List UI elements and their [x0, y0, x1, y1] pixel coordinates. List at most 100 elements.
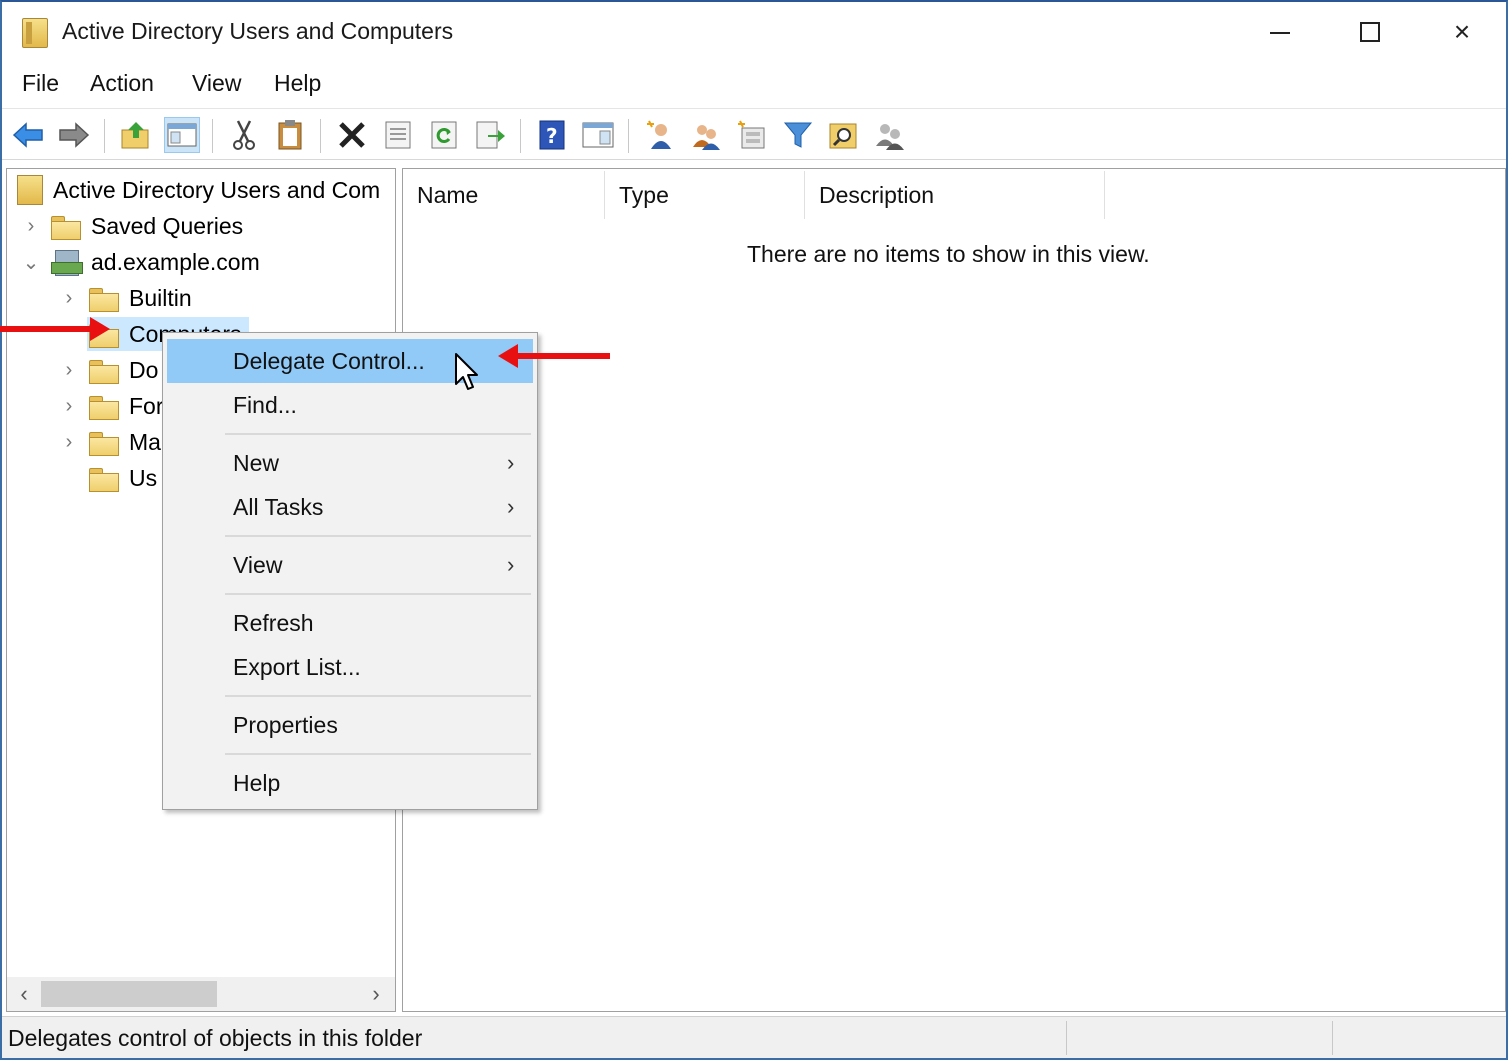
menu-item-refresh[interactable]: Refresh — [167, 601, 533, 645]
annotation-arrow-line — [0, 326, 92, 332]
folder-icon — [89, 286, 119, 312]
chevron-right-icon[interactable]: › — [21, 215, 41, 237]
menu-file[interactable]: File — [22, 70, 59, 97]
find-icon[interactable] — [826, 117, 862, 153]
tree-item-label: For — [129, 392, 164, 419]
cut-icon[interactable] — [226, 117, 262, 153]
tree-item-users[interactable]: Us — [89, 461, 157, 495]
close-button[interactable]: × — [1432, 10, 1492, 56]
submenu-arrow-icon: › — [507, 494, 515, 519]
submenu-arrow-icon: › — [507, 450, 515, 475]
new-user-icon[interactable] — [642, 117, 678, 153]
toolbar: ? — [2, 108, 1506, 160]
tree-item-label: Ma — [129, 428, 161, 455]
menu-view[interactable]: View — [192, 70, 241, 97]
column-header-description[interactable]: Description — [805, 171, 1105, 219]
back-icon[interactable] — [10, 117, 46, 153]
chevron-right-icon[interactable]: › — [59, 359, 79, 381]
tree-root[interactable]: Active Directory Users and Com — [17, 173, 380, 207]
maximize-icon — [1360, 22, 1380, 42]
annotation-arrow-left-icon — [498, 344, 518, 368]
ad-users-computers-icon — [17, 175, 43, 205]
help-icon[interactable]: ? — [534, 117, 570, 153]
show-console-tree-icon[interactable] — [164, 117, 200, 153]
status-bar: Delegates control of objects in this fol… — [2, 1016, 1506, 1058]
forward-icon[interactable] — [56, 117, 92, 153]
tree-item-foreign-security-principals[interactable]: › For — [59, 389, 164, 423]
scroll-left-icon[interactable]: ‹ — [11, 981, 37, 1007]
menu-item-label: Delegate Control... — [233, 347, 425, 374]
scroll-right-icon[interactable]: › — [363, 981, 389, 1007]
folder-icon — [51, 214, 81, 240]
up-folder-icon[interactable] — [118, 117, 154, 153]
menu-item-properties[interactable]: Properties — [167, 703, 533, 747]
menu-help[interactable]: Help — [274, 70, 321, 97]
tree-item-label: Us — [129, 464, 158, 491]
folder-icon — [89, 394, 119, 420]
menu-item-label: Export List... — [233, 653, 361, 680]
mouse-cursor-icon — [455, 353, 478, 390]
status-text: Delegates control of objects in this fol… — [8, 1025, 423, 1051]
menu-item-export-list[interactable]: Export List... — [167, 645, 533, 689]
menu-item-label: Refresh — [233, 609, 314, 636]
tree-item-saved-queries[interactable]: › Saved Queries — [21, 209, 243, 243]
menu-action[interactable]: Action — [90, 70, 154, 97]
tree-item-builtin[interactable]: › Builtin — [59, 281, 192, 315]
minimize-icon — [1270, 32, 1290, 34]
refresh-icon[interactable] — [426, 117, 462, 153]
context-menu: Delegate Control... Find... New › All Tas… — [162, 332, 538, 810]
tree-root-label: Active Directory Users and Com — [53, 176, 381, 203]
title-bar: Active Directory Users and Computers × — [2, 2, 1506, 64]
tree-item-domain[interactable]: ⌄ ad.example.com — [21, 245, 260, 279]
app-window: Active Directory Users and Computers × F… — [0, 0, 1508, 1060]
tree-item-domain-controllers[interactable]: › Do — [59, 353, 158, 387]
tree-item-label: Do — [129, 356, 159, 383]
delete-icon[interactable] — [334, 117, 370, 153]
tree-item-label: ad.example.com — [91, 248, 260, 275]
menu-bar: File Action View Help — [2, 66, 1506, 106]
folder-icon — [89, 358, 119, 384]
tree-item-label: Saved Queries — [91, 212, 244, 239]
menu-item-label: View — [233, 551, 283, 578]
paste-icon[interactable] — [272, 117, 308, 153]
folder-icon — [89, 466, 119, 492]
menu-item-label: Find... — [233, 391, 297, 418]
maximize-button[interactable] — [1340, 10, 1400, 56]
annotation-arrow-line — [516, 353, 610, 359]
column-header-name[interactable]: Name — [403, 171, 605, 219]
add-to-group-icon[interactable] — [872, 117, 908, 153]
chevron-down-icon[interactable]: ⌄ — [21, 252, 41, 274]
domain-icon — [51, 248, 83, 276]
minimize-button[interactable] — [1248, 10, 1308, 56]
tree-item-managed-service-accounts[interactable]: › Ma — [59, 425, 161, 459]
menu-item-view[interactable]: View › — [167, 543, 533, 587]
export-list-icon[interactable] — [472, 117, 508, 153]
menu-item-label: Properties — [233, 711, 338, 738]
show-action-pane-icon[interactable] — [580, 117, 616, 153]
chevron-right-icon[interactable]: › — [59, 395, 79, 417]
results-pane[interactable]: Name Type Description There are no items… — [402, 168, 1506, 1012]
properties-icon[interactable] — [380, 117, 416, 153]
menu-item-all-tasks[interactable]: All Tasks › — [167, 485, 533, 529]
new-ou-icon[interactable] — [734, 117, 770, 153]
chevron-right-icon[interactable]: › — [59, 431, 79, 453]
menu-item-new[interactable]: New › — [167, 441, 533, 485]
annotation-arrow-right-icon — [90, 317, 110, 341]
menu-item-help[interactable]: Help — [167, 761, 533, 805]
empty-view-message: There are no items to show in this view. — [747, 241, 1150, 267]
filter-icon[interactable] — [780, 117, 816, 153]
tree-item-label: Builtin — [129, 284, 192, 311]
menu-item-label: New — [233, 449, 280, 476]
menu-item-label: Help — [233, 769, 281, 796]
menu-item-label: All Tasks — [233, 493, 324, 520]
ad-users-computers-icon — [22, 18, 48, 48]
close-icon: × — [1453, 16, 1471, 47]
chevron-right-icon[interactable]: › — [59, 287, 79, 309]
new-group-icon[interactable] — [688, 117, 724, 153]
column-header-type[interactable]: Type — [605, 171, 805, 219]
submenu-arrow-icon: › — [507, 552, 515, 577]
window-title: Active Directory Users and Computers — [62, 18, 454, 44]
scrollbar-thumb[interactable] — [41, 981, 217, 1007]
svg-text:?: ? — [546, 124, 558, 148]
horizontal-scrollbar[interactable]: ‹ › — [7, 977, 395, 1011]
